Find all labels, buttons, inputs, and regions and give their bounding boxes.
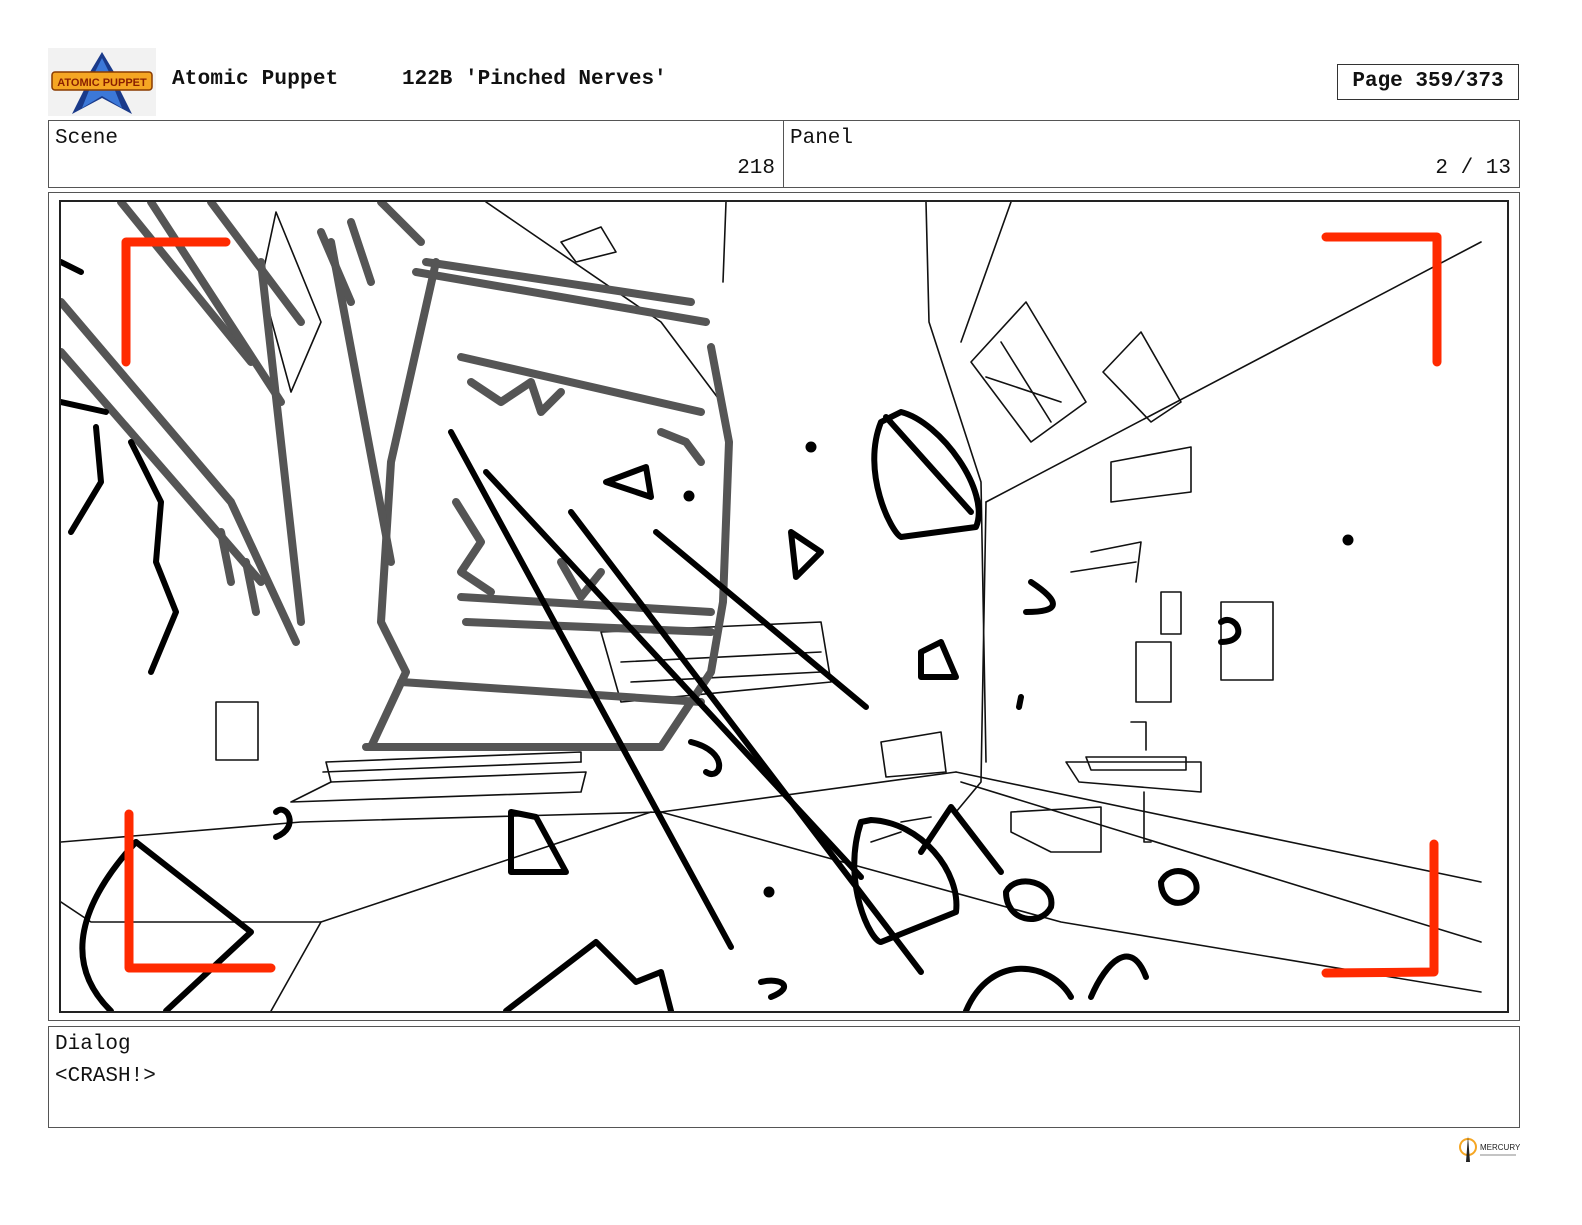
panel-field: Panel 2 / 13 (783, 120, 1520, 188)
action-sketch-black-lines (61, 259, 1354, 1011)
corner-marker-top-right (1321, 232, 1442, 367)
dialog-field: Dialog <CRASH!> (48, 1026, 1520, 1128)
scene-label: Scene (55, 127, 119, 150)
studio-logo: MERCURY (1458, 1130, 1521, 1168)
safe-area-corner-markers (121, 232, 1442, 978)
studio-logo-text: MERCURY (1480, 1143, 1520, 1152)
show-title: Atomic Puppet (172, 68, 339, 91)
dialog-text: <CRASH!> (55, 1065, 156, 1088)
panel-number: 2 / 13 (1435, 157, 1511, 180)
panel-label: Panel (790, 127, 854, 150)
corner-marker-bottom-right (1321, 839, 1439, 978)
dialog-label: Dialog (55, 1033, 131, 1056)
logo-text: ATOMIC PUPPET (57, 77, 147, 89)
storyboard-drawing (59, 200, 1509, 1013)
page-indicator: Page 359/373 (1337, 64, 1519, 100)
episode-title: 122B 'Pinched Nerves' (402, 68, 667, 91)
corner-marker-top-left (121, 237, 231, 367)
show-logo: ATOMIC PUPPET (48, 48, 156, 116)
scene-field: Scene 218 (48, 120, 784, 188)
scene-number: 218 (737, 157, 775, 180)
